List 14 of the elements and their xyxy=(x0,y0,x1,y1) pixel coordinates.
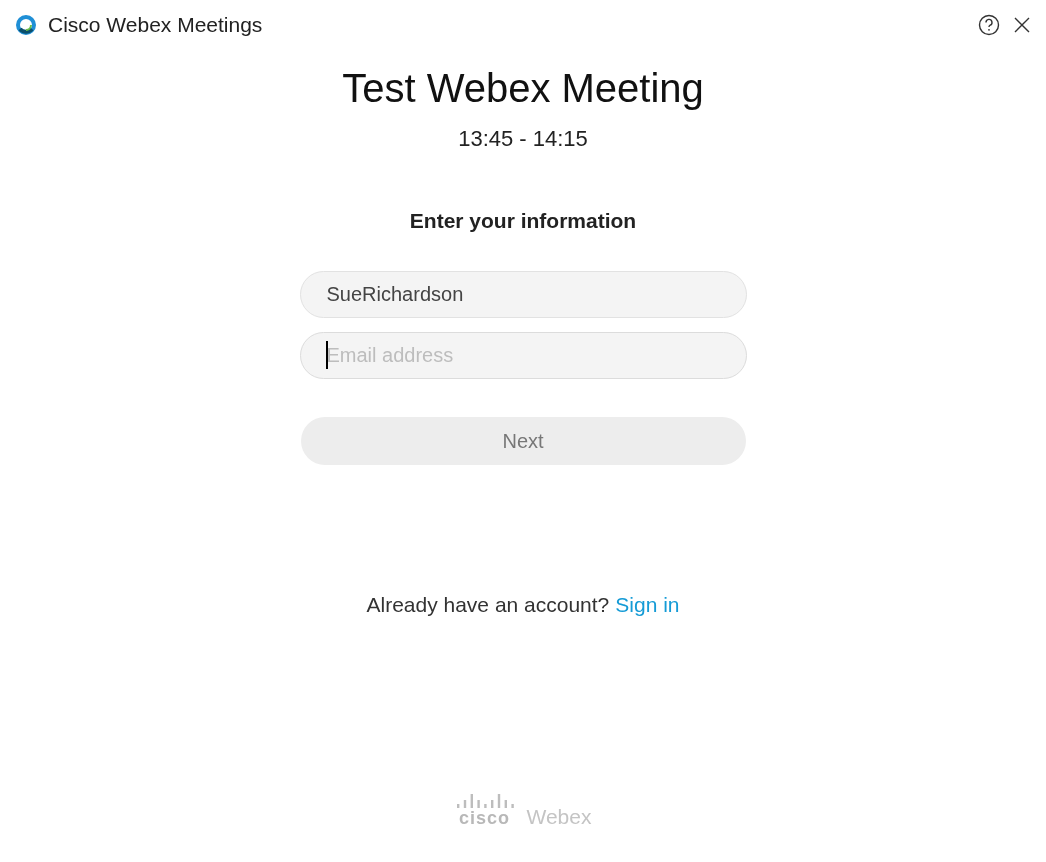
input-field[interactable]: SueRichardson xyxy=(299,270,747,318)
help-icon[interactable] xyxy=(978,14,1000,36)
sign-in-link[interactable]: Sign in xyxy=(615,588,680,620)
meeting-time: 13:45 - 14:15 xyxy=(458,125,588,153)
webex-wordmark: Webex xyxy=(526,806,592,828)
window-title: Cisco Webex Meetings xyxy=(48,12,263,39)
form-heading: Enter your information xyxy=(409,208,637,234)
cisco-wordmark: cisco xyxy=(459,808,510,828)
meeting-title: Test Webex Meeting xyxy=(342,65,704,112)
app-logo-icon xyxy=(16,15,36,35)
bars-logo-icon xyxy=(454,792,515,808)
text-cursor xyxy=(325,340,328,369)
close-icon[interactable] xyxy=(1014,17,1030,33)
sign-in-prompt: Already have an account? xyxy=(366,591,610,618)
